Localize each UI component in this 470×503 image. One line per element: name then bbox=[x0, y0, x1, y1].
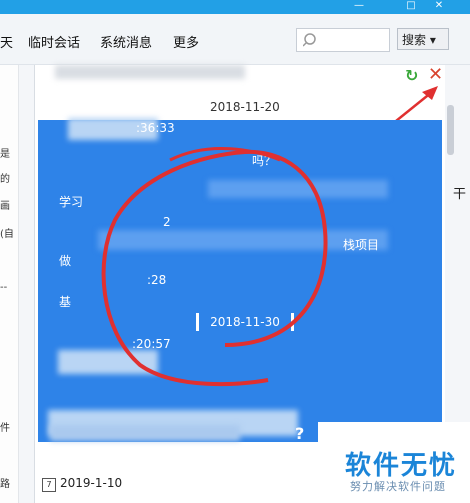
menu-item-more[interactable]: 更多 bbox=[173, 32, 199, 51]
message-time: :28 bbox=[147, 273, 167, 287]
left-text: (自 bbox=[0, 229, 14, 240]
right-edge-text: 干 bbox=[453, 187, 467, 202]
message-time: :20:57 bbox=[132, 337, 171, 351]
maximize-icon[interactable]: □ bbox=[402, 0, 420, 14]
watermark-tagline: 努力解决软件问题 bbox=[350, 480, 446, 493]
footer-date: 2019-1-10 bbox=[60, 476, 123, 490]
left-contact-strip: 是 的 画 (自 -- 件 路 bbox=[0, 65, 19, 503]
message-text: 2 bbox=[163, 215, 171, 229]
message-text: 栈项目 bbox=[343, 238, 380, 252]
menu-item-system-messages[interactable]: 系统消息 bbox=[100, 32, 152, 51]
left-text: 路 bbox=[0, 479, 10, 490]
date-divider: 2018-11-30 bbox=[196, 313, 294, 331]
blurred-line bbox=[208, 180, 388, 198]
refresh-icon[interactable]: ↻ bbox=[405, 66, 418, 85]
watermark-logo: 软件无忧 bbox=[345, 451, 458, 481]
calendar-icon[interactable]: 7 bbox=[42, 478, 56, 492]
search-icon bbox=[303, 33, 316, 47]
menu-item-partial[interactable]: 天 bbox=[0, 32, 13, 51]
blurred-name bbox=[58, 350, 158, 374]
left-text: -- bbox=[0, 282, 8, 293]
message-text: 学习 bbox=[59, 195, 84, 209]
message-list[interactable] bbox=[38, 118, 442, 442]
search-input[interactable] bbox=[296, 28, 390, 52]
minimize-icon[interactable]: — bbox=[350, 0, 368, 14]
search-button[interactable]: 搜索 ▾ bbox=[397, 28, 449, 50]
left-text: 画 bbox=[0, 201, 10, 212]
left-text: 件 bbox=[0, 423, 10, 434]
close-window-icon[interactable]: ✕ bbox=[430, 0, 448, 14]
message-text: 吗？ bbox=[252, 154, 277, 168]
blurred-footer bbox=[50, 425, 240, 441]
question-mark: ? bbox=[295, 424, 305, 443]
title-bar: — □ ✕ bbox=[0, 0, 470, 14]
date-divider: 2018-11-20 bbox=[210, 100, 280, 114]
message-text: 做 bbox=[59, 254, 72, 268]
menu-item-temp-chat[interactable]: 临时会话 bbox=[28, 32, 80, 51]
blurred-header bbox=[55, 65, 245, 79]
message-text: 基 bbox=[59, 295, 72, 309]
left-text: 的 bbox=[0, 174, 10, 185]
scrollbar-thumb[interactable] bbox=[447, 105, 454, 155]
left-text: 是 bbox=[0, 149, 10, 160]
message-time: :36:33 bbox=[136, 121, 175, 135]
close-icon[interactable]: ✕ bbox=[428, 64, 443, 85]
